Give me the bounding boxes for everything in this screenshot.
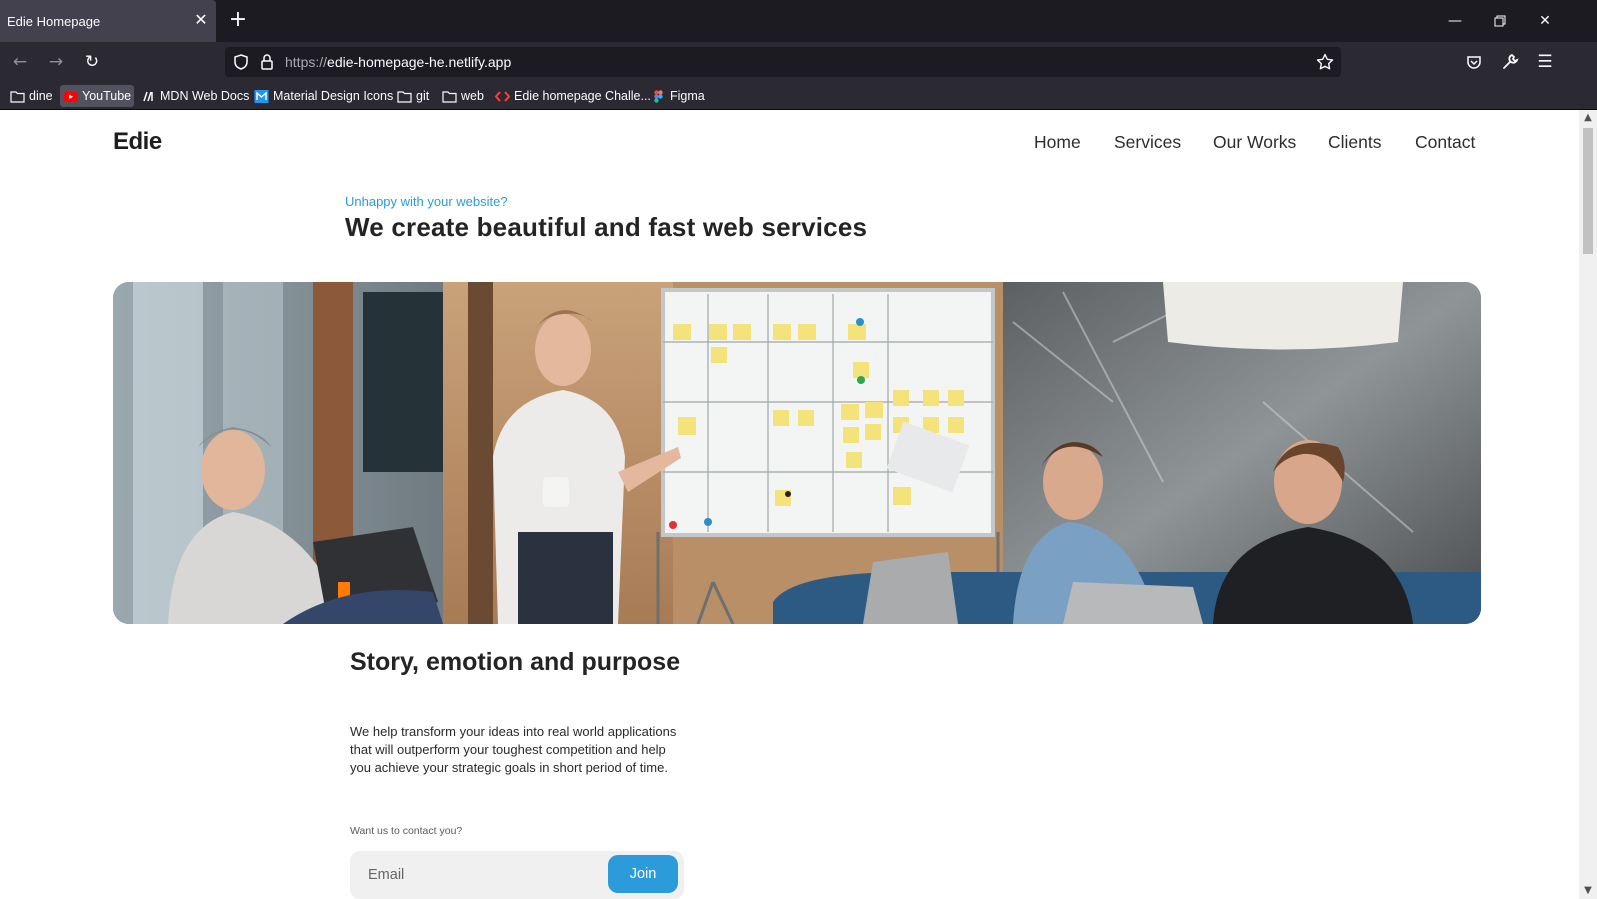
url-host: edie-homepage-he.netlify.app — [327, 54, 512, 70]
hero-image — [113, 282, 1481, 624]
restore-icon[interactable] — [1488, 10, 1512, 32]
minimize-icon[interactable]: — — [1443, 10, 1467, 32]
close-tab-icon[interactable]: ✕ — [192, 11, 210, 29]
bookmark-label: MDN Web Docs — [160, 89, 250, 103]
folder-icon — [442, 90, 457, 103]
bookmark-label: git — [416, 89, 430, 103]
bookmark-star-icon[interactable] — [1315, 52, 1335, 72]
pocket-icon[interactable] — [1462, 51, 1486, 73]
email-field[interactable] — [350, 851, 605, 899]
folder-icon — [397, 90, 412, 103]
bookmark-label: dine — [29, 89, 53, 103]
contact-label: Want us to contact you? — [350, 825, 463, 837]
bookmark-edie-challenge[interactable]: Edie homepage Challe... — [492, 85, 654, 107]
bookmark-label: Figma — [670, 89, 705, 103]
bookmark-material-design-icons[interactable]: Material Design Icons — [251, 85, 396, 107]
url-scheme: https:// — [285, 54, 328, 70]
bookmark-label: YouTube — [82, 89, 132, 103]
page-viewport: Edie Home Services Our Works Clients Con… — [0, 110, 1597, 899]
shield-icon[interactable] — [231, 52, 251, 72]
tab-strip: Edie Homepage ✕ + — ✕ — [0, 0, 1597, 42]
bookmark-web[interactable]: web — [439, 85, 487, 107]
bookmark-git[interactable]: git — [394, 85, 432, 107]
address-bar[interactable]: https://edie-homepage-he.netlify.app — [225, 47, 1341, 77]
lock-icon[interactable] — [257, 52, 277, 72]
nav-link-clients[interactable]: Clients — [1328, 132, 1382, 153]
folder-icon — [10, 90, 25, 103]
bookmark-label: Edie homepage Challe... — [514, 89, 651, 103]
nav-link-home[interactable]: Home — [1034, 132, 1081, 153]
bookmarks-toolbar: dine YouTube MDN Web Docs Material Desig… — [0, 82, 1597, 110]
url-text[interactable]: https://edie-homepage-he.netlify.app — [285, 47, 511, 77]
forward-icon[interactable]: → — [44, 51, 68, 73]
bookmark-figma[interactable]: Figma — [648, 85, 708, 107]
tab-title: Edie Homepage — [7, 13, 101, 29]
figma-icon — [654, 89, 663, 103]
nav-link-our-works[interactable]: Our Works — [1213, 132, 1296, 153]
join-button[interactable]: Join — [608, 855, 678, 893]
scroll-down-icon[interactable]: ▼ — [1579, 883, 1597, 899]
section-body: We help transform your ideas into real w… — [350, 724, 677, 775]
new-tab-icon[interactable]: + — [228, 9, 248, 31]
bookmark-label: web — [461, 89, 484, 103]
bookmark-mdn[interactable]: MDN Web Docs — [138, 85, 252, 107]
hero-eyebrow: Unhappy with your website? — [345, 194, 508, 209]
browser-tab[interactable]: Edie Homepage ✕ — [0, 0, 216, 42]
mdi-icon — [254, 89, 269, 103]
bookmark-dine[interactable]: dine — [7, 85, 56, 107]
nav-link-services[interactable]: Services — [1114, 132, 1181, 153]
mdn-icon — [143, 91, 153, 101]
back-icon[interactable]: ← — [8, 51, 32, 73]
wrench-icon[interactable] — [1498, 51, 1522, 73]
scroll-up-icon[interactable]: ▲ — [1579, 110, 1597, 126]
bookmark-label: Material Design Icons — [273, 89, 394, 103]
close-window-icon[interactable]: ✕ — [1533, 10, 1557, 32]
site-logo[interactable]: Edie — [113, 128, 162, 156]
navigation-toolbar: ← → ↻ https://edie-homepage-he.netlify.a… — [0, 42, 1597, 82]
nav-link-contact[interactable]: Contact — [1415, 132, 1475, 153]
bookmark-youtube[interactable]: YouTube — [60, 85, 135, 107]
section-title: Story, emotion and purpose — [350, 648, 681, 676]
frontend-mentor-icon — [495, 90, 510, 102]
scrollbar-thumb[interactable] — [1583, 128, 1593, 254]
hero-headline: We create beautiful and fast web service… — [345, 212, 868, 242]
youtube-icon — [63, 91, 78, 101]
page-scrollbar[interactable]: ▲ ▼ — [1579, 110, 1597, 899]
menu-icon[interactable]: ☰ — [1533, 51, 1557, 73]
newsletter-form: Join — [350, 851, 684, 899]
reload-icon[interactable]: ↻ — [80, 51, 104, 73]
